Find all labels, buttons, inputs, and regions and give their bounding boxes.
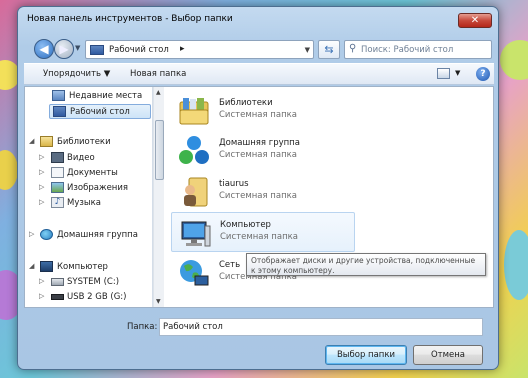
libraries-icon: [177, 94, 211, 127]
nav-item-videos[interactable]: ▷ Видео: [39, 151, 152, 166]
user-folder-icon: [177, 175, 211, 208]
collapse-arrow-icon[interactable]: ◢: [29, 262, 34, 270]
wallpaper-blob: [500, 40, 528, 80]
folder-item-user[interactable]: tiaurus Системная папка: [171, 172, 355, 212]
network-icon: [177, 256, 211, 289]
item-name: Компьютер: [220, 220, 271, 230]
folder-field-value[interactable]: Рабочий стол: [163, 322, 223, 332]
tooltip: Отображает диски и другие устройства, по…: [246, 253, 486, 276]
item-description: Системная папка: [219, 110, 297, 120]
view-dropdown-icon[interactable]: ▼: [455, 69, 460, 77]
item-name: Библиотеки: [219, 98, 273, 108]
usb-drive-icon: [51, 294, 64, 300]
nav-label: USB 2 GB (G:): [67, 292, 127, 302]
address-dropdown-icon[interactable]: ▼: [305, 46, 310, 54]
forward-button[interactable]: ▶: [54, 39, 74, 59]
search-icon: ⚲: [349, 43, 357, 54]
navigation-pane: Недавние места Рабочий стол ◢ Библиотеки…: [25, 87, 153, 307]
desktop-icon: [53, 106, 66, 117]
recent-places-icon: [52, 90, 65, 101]
select-folder-button[interactable]: Выбор папки: [325, 345, 407, 365]
item-description: Системная папка: [220, 232, 298, 242]
nav-item-music[interactable]: ▷ ♪ Музыка: [39, 196, 152, 211]
music-icon: ♪: [51, 197, 64, 208]
item-description: Системная папка: [219, 191, 297, 201]
nav-label: Рабочий стол: [70, 107, 130, 117]
nav-item-desktop[interactable]: Рабочий стол: [49, 104, 151, 119]
nav-item-homegroup[interactable]: ▷ Домашняя группа: [29, 228, 152, 243]
nav-label: Недавние места: [69, 91, 143, 101]
title-bar: Новая панель инструментов - Выбор папки …: [18, 7, 498, 31]
libraries-icon: [40, 136, 53, 147]
wallpaper-blob: [0, 150, 18, 190]
hard-drive-icon: [51, 278, 64, 286]
nav-label: Библиотеки: [57, 137, 111, 147]
item-name: Сеть: [219, 260, 241, 270]
scroll-down-icon[interactable]: ▼: [156, 298, 161, 305]
nav-label: Видео: [67, 153, 95, 163]
new-folder-button[interactable]: Новая папка: [130, 69, 186, 79]
images-icon: [51, 182, 64, 193]
folder-item-libraries[interactable]: Библиотеки Системная папка: [171, 91, 355, 131]
scroll-thumb[interactable]: [155, 120, 164, 180]
expand-arrow-icon[interactable]: ▷: [39, 292, 44, 300]
folder-item-computer[interactable]: Компьютер Системная папка: [171, 212, 355, 252]
desktop-folder-icon: [90, 45, 104, 55]
nav-scrollbar[interactable]: ▲ ▼: [153, 87, 164, 307]
expand-arrow-icon[interactable]: ▷: [29, 230, 34, 238]
computer-icon: [40, 261, 53, 272]
video-icon: [51, 152, 64, 163]
scroll-up-icon[interactable]: ▲: [156, 89, 161, 96]
help-button[interactable]: ?: [476, 67, 490, 81]
nav-item-recent-places[interactable]: Недавние места: [49, 89, 152, 104]
expand-arrow-icon[interactable]: ▷: [39, 168, 44, 176]
nav-label: Домашняя группа: [57, 230, 138, 240]
nav-item-drive-g[interactable]: ▷ USB 2 GB (G:): [39, 290, 152, 305]
expand-arrow-icon[interactable]: ▷: [39, 277, 44, 285]
nav-label: SYSTEM (C:): [67, 277, 120, 287]
nav-label: Документы: [67, 168, 118, 178]
address-path[interactable]: Рабочий стол: [109, 45, 169, 55]
navigation-bar: ◀ ▶ ▼ Рабочий стол ▸ ▼ ⇆ ⚲ Поиск: Рабочи…: [18, 35, 498, 61]
wallpaper-blob: [504, 230, 528, 300]
search-input[interactable]: Поиск: Рабочий стол: [361, 45, 453, 55]
refresh-button[interactable]: ⇆: [318, 40, 340, 59]
expand-arrow-icon[interactable]: ▷: [39, 198, 44, 206]
dialog-footer: Папка: Рабочий стол Выбор папки Отмена: [18, 309, 498, 369]
back-button[interactable]: ◀: [34, 39, 54, 59]
folder-field[interactable]: Рабочий стол: [159, 318, 483, 336]
nav-label: Компьютер: [57, 262, 108, 272]
nav-label: Музыка: [67, 198, 101, 208]
close-button[interactable]: ✕: [458, 13, 492, 28]
item-name: Домашняя группа: [219, 138, 300, 148]
nav-item-computer[interactable]: ◢ Компьютер: [29, 260, 152, 275]
homegroup-icon: [40, 229, 53, 240]
documents-icon: [51, 167, 64, 178]
window-title: Новая панель инструментов - Выбор папки: [27, 14, 233, 24]
nav-item-images[interactable]: ▷ Изображения: [39, 181, 152, 196]
folder-item-homegroup[interactable]: Домашняя группа Системная папка: [171, 131, 355, 171]
nav-item-drive-c[interactable]: ▷ SYSTEM (C:): [39, 275, 152, 290]
history-dropdown-icon[interactable]: ▼: [75, 44, 80, 52]
nav-item-libraries[interactable]: ◢ Библиотеки: [29, 135, 152, 150]
item-description: Системная папка: [219, 150, 297, 160]
command-bar: Упорядочить ▼ Новая папка ▼ ?: [24, 63, 494, 85]
breadcrumb-separator-icon[interactable]: ▸: [180, 44, 185, 54]
change-view-icon[interactable]: [437, 68, 450, 79]
item-name: tiaurus: [219, 179, 249, 189]
folder-picker-dialog: Новая панель инструментов - Выбор папки …: [17, 6, 499, 370]
folder-label: Папка:: [127, 322, 158, 332]
expand-arrow-icon[interactable]: ▷: [39, 153, 44, 161]
expand-arrow-icon[interactable]: ▷: [39, 183, 44, 191]
cancel-button[interactable]: Отмена: [413, 345, 483, 365]
search-box[interactable]: ⚲ Поиск: Рабочий стол: [344, 40, 492, 59]
organize-button[interactable]: Упорядочить ▼: [43, 69, 110, 79]
computer-icon: [178, 216, 212, 249]
address-bar[interactable]: Рабочий стол ▸ ▼: [85, 40, 314, 59]
nav-label: Изображения: [67, 183, 129, 193]
nav-item-documents[interactable]: ▷ Документы: [39, 166, 152, 181]
collapse-arrow-icon[interactable]: ◢: [29, 137, 34, 145]
homegroup-icon: [177, 134, 211, 167]
